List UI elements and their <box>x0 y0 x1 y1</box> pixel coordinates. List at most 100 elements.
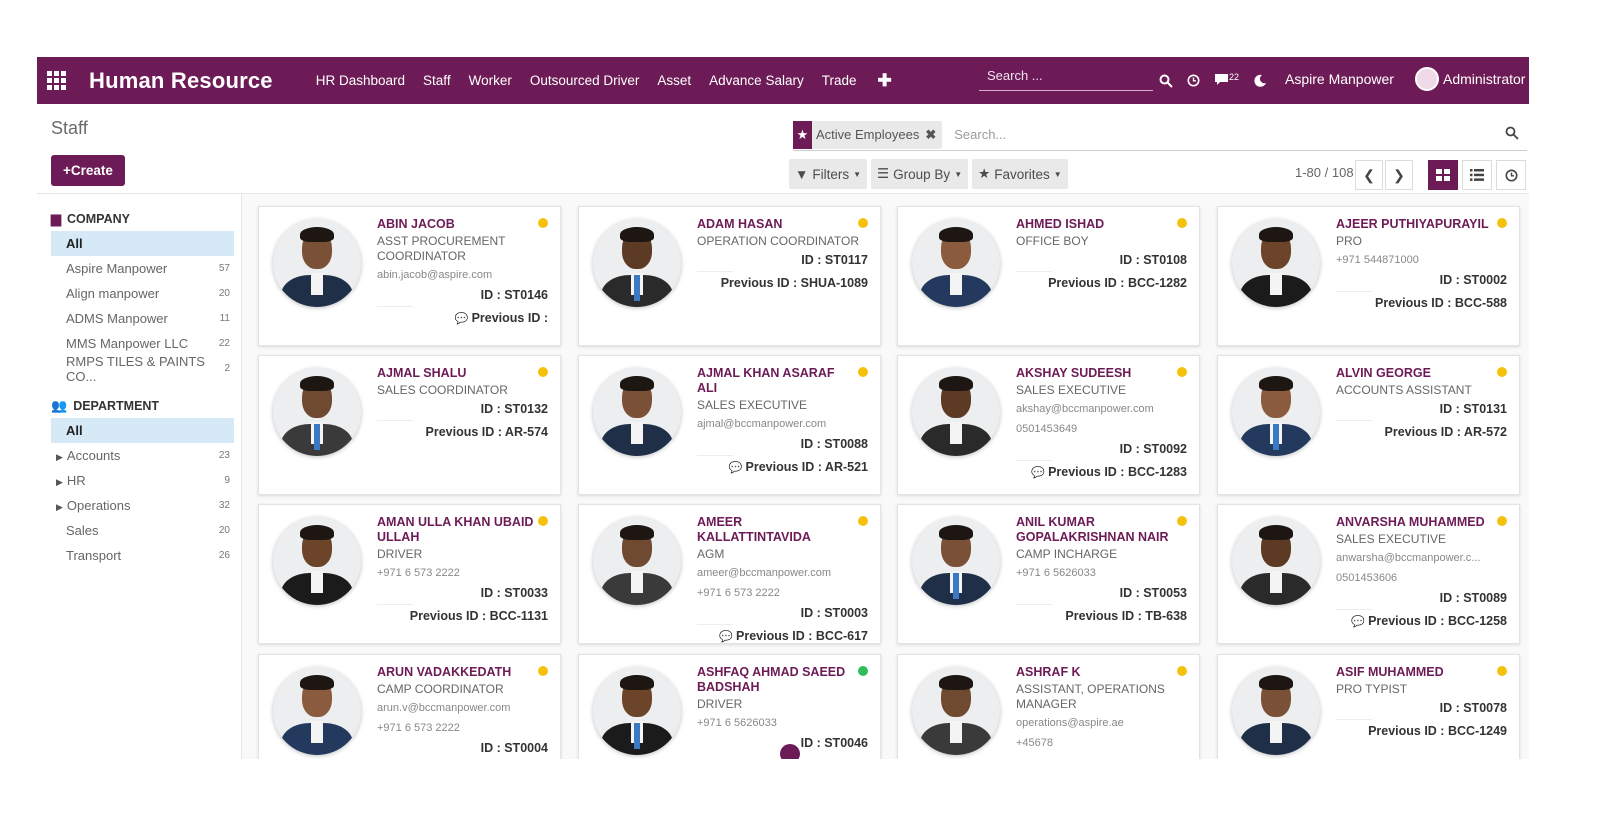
separator <box>1016 604 1052 605</box>
favorites-button[interactable]: ★ Favorites ▼ <box>972 159 1068 189</box>
employee-id: ID : ST0132 <box>480 402 548 416</box>
remove-facet-icon[interactable]: ✖ <box>923 127 942 143</box>
menu-hr-dashboard[interactable]: HR Dashboard <box>307 73 414 88</box>
employee-card[interactable]: AMAN ULLA KHAN UBAID ULLAH DRIVER +971 6 5… <box>258 504 561 644</box>
activity-view-button[interactable] <box>1496 160 1526 190</box>
company-item[interactable]: All <box>51 231 234 256</box>
department-item[interactable]: Transport 26 <box>51 543 234 568</box>
menu-outsourced-driver[interactable]: Outsourced Driver <box>521 73 649 88</box>
department-item-label-wrap: Transport <box>66 548 121 563</box>
employee-job-title: SALES COORDINATOR <box>377 383 508 397</box>
department-item[interactable]: Sales 20 <box>51 518 234 543</box>
employee-card[interactable]: ARUN VADAKKEDATH CAMP COORDINATOR arun.v@b… <box>258 654 561 759</box>
employee-card[interactable]: AJMAL KHAN ASARAF ALI SALES EXECUTIVE ajma… <box>578 355 881 495</box>
caret-right-icon[interactable]: ▶ <box>56 477 63 487</box>
employee-photo <box>273 219 361 307</box>
apps-menu-icon[interactable] <box>37 57 75 104</box>
employee-photo <box>593 219 681 307</box>
company-switcher[interactable]: Aspire Manpower <box>1285 71 1394 87</box>
employee-card[interactable]: ANIL KUMAR GOPALAKRISHNAN NAIR CAMP INCHA… <box>897 504 1200 644</box>
company-item-count: 2 <box>224 363 230 374</box>
employee-card[interactable]: AJMAL SHALU SALES COORDINATOR ID : ST0132 P… <box>258 355 561 495</box>
photo-hair-shape <box>620 525 654 540</box>
photo-shirt-shape <box>631 422 643 444</box>
company-item[interactable]: Aspire Manpower 57 <box>51 256 234 281</box>
department-item-label-wrap: Sales <box>66 523 99 538</box>
company-item-label-wrap: RMPS TILES & PAINTS CO... <box>66 354 224 384</box>
messages-icon[interactable]: 22 <box>1214 72 1239 89</box>
employee-phone: +45678 <box>1016 737 1054 749</box>
pager-previous-button[interactable]: ❮ <box>1355 160 1383 190</box>
employee-card[interactable]: ABIN JACOB ASST PROCUREMENT COORDINATOR ab… <box>258 206 561 346</box>
employee-job-title: ASSISTANT, OPERATIONS MANAGER <box>1016 682 1165 711</box>
employee-card[interactable]: ADAM HASAN OPERATION COORDINATOR ID : ST01… <box>578 206 881 346</box>
search-icon[interactable] <box>1159 74 1173 88</box>
employee-id: ID : ST0033 <box>480 586 548 600</box>
company-item[interactable]: MMS Manpower LLC 22 <box>51 331 234 356</box>
list-icon <box>1470 169 1484 181</box>
company-item[interactable]: ADMS Manpower 11 <box>51 306 234 331</box>
department-item[interactable]: ▶ Accounts 23 <box>51 443 234 468</box>
menu-worker[interactable]: Worker <box>460 73 521 88</box>
user-avatar <box>1415 67 1439 91</box>
chat-icon[interactable]: 💬 <box>1351 616 1365 628</box>
app-title[interactable]: Human Resource <box>89 68 273 94</box>
search-input[interactable] <box>954 127 1475 142</box>
chat-icon[interactable]: 💬 <box>719 631 733 643</box>
employee-card[interactable]: ANVARSHA MUHAMMED SALES EXECUTIVE anwarsha… <box>1217 504 1520 644</box>
employee-card[interactable]: AMEER KALLATTINTAVIDA AGM ameer@bccmanpowe… <box>578 504 881 644</box>
moon-icon[interactable] <box>1253 74 1267 88</box>
menu-staff[interactable]: Staff <box>414 73 460 88</box>
department-item[interactable]: ▶ Operations 32 <box>51 493 234 518</box>
menu-trade[interactable]: Trade <box>813 73 866 88</box>
search-icon[interactable] <box>1505 126 1519 143</box>
employee-email: akshay@bccmanpower.com <box>1016 403 1154 415</box>
separator <box>1336 291 1372 292</box>
filters-label: Filters <box>812 166 850 182</box>
kanban-view-button[interactable] <box>1428 160 1458 190</box>
list-view-button[interactable] <box>1462 160 1492 190</box>
department-item[interactable]: ▶ HR 9 <box>51 468 234 493</box>
employee-card[interactable]: AJEER PUTHIYAPURAYIL PRO +971 544871000 ID … <box>1217 206 1520 346</box>
chat-icon[interactable]: 💬 <box>455 313 469 325</box>
global-search-input[interactable]: Search ... <box>979 65 1153 91</box>
employee-id: ID : ST0088 <box>800 437 868 451</box>
chat-icon[interactable]: 💬 <box>729 462 743 474</box>
separator <box>1336 719 1372 720</box>
department-heading: 👥 DEPARTMENT <box>51 394 241 418</box>
employee-card[interactable]: ALVIN GEORGE ACCOUNTS ASSISTANT ID : ST013… <box>1217 355 1520 495</box>
employee-previous-id: 💬 Previous ID : <box>377 309 548 328</box>
employee-card[interactable]: AHMED ISHAD OFFICE BOY ID : ST0108 Previous… <box>897 206 1200 346</box>
employee-email: ameer@bccmanpower.com <box>697 567 832 579</box>
add-menu-icon[interactable]: ✚ <box>865 71 903 91</box>
employee-job-title: PRO TYPIST <box>1336 682 1408 696</box>
employee-details: ASHFAQ AHMAD SAEED BADSHAH DRIVER +971 6 5… <box>697 665 868 752</box>
caret-right-icon[interactable]: ▶ <box>56 502 63 512</box>
chat-icon[interactable]: 💬 <box>1031 467 1045 479</box>
groupby-label: Group By <box>893 166 951 182</box>
previous-id-text: Previous ID : BCC-1283 <box>1048 465 1187 479</box>
company-item[interactable]: RMPS TILES & PAINTS CO... 2 <box>51 354 234 384</box>
create-button[interactable]: +Create <box>51 155 125 186</box>
employee-card[interactable]: ASHFAQ AHMAD SAEED BADSHAH DRIVER +971 6 5… <box>578 654 881 759</box>
clock-icon[interactable] <box>1187 74 1200 87</box>
employee-previous-id: Previous ID : TB-638 <box>1016 607 1187 625</box>
employee-card[interactable]: ASIF MUHAMMED PRO TYPIST ID : ST0078 Previo… <box>1217 654 1520 759</box>
groupby-button[interactable]: ☰ Group By ▼ <box>871 159 969 189</box>
menu-advance-salary[interactable]: Advance Salary <box>700 73 813 88</box>
employee-name: AMEER KALLATTINTAVIDA <box>697 515 811 544</box>
pager-value[interactable]: 1-80 / 108 <box>1295 165 1354 180</box>
pager-next-button[interactable]: ❯ <box>1385 160 1413 190</box>
caret-right-icon[interactable]: ▶ <box>56 452 63 462</box>
menu-asset[interactable]: Asset <box>648 73 700 88</box>
photo-shirt-shape <box>950 273 962 295</box>
company-item[interactable]: Align manpower 20 <box>51 281 234 306</box>
company-item-label: All <box>66 236 83 251</box>
employee-card[interactable]: AKSHAY SUDEESH SALES EXECUTIVE akshay@bccm… <box>897 355 1200 495</box>
user-menu[interactable]: Administrator <box>1415 67 1525 91</box>
department-item-count: 32 <box>218 500 230 511</box>
photo-hair-shape <box>620 376 654 391</box>
department-item[interactable]: All <box>51 418 234 443</box>
filters-button[interactable]: ▼ Filters ▼ <box>789 159 868 189</box>
employee-card[interactable]: ASHRAF K ASSISTANT, OPERATIONS MANAGER ope… <box>897 654 1200 759</box>
